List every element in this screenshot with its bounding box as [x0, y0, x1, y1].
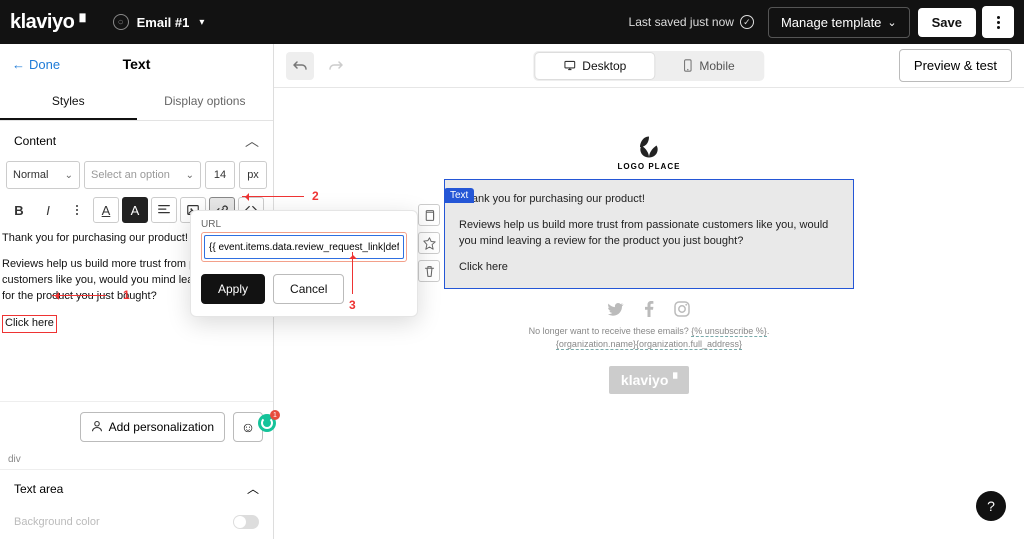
check-icon: ✓ [740, 15, 754, 29]
vertical-dots-icon [76, 205, 78, 215]
chevron-up-icon: ︿ [245, 131, 259, 151]
org-tag: {organization.name}{organization.full_ad… [556, 339, 742, 350]
add-personalization-button[interactable]: Add personalization [80, 412, 225, 442]
desktop-icon [563, 59, 576, 72]
annotation-3: 3 [349, 298, 356, 312]
vertical-dots-icon [997, 16, 1000, 29]
unsubscribe-tag: {% unsubscribe %} [691, 326, 767, 337]
url-label: URL [201, 219, 407, 230]
paragraph-format-select[interactable]: Normal⌄ [6, 161, 80, 189]
annotation-arrow-3 [352, 252, 353, 294]
klaviyo-logo: klaviyo▝ [10, 11, 85, 34]
font-size-input[interactable]: 14 [205, 161, 235, 189]
more-menu-button[interactable] [982, 6, 1014, 38]
click-here-link[interactable]: Click here [2, 315, 57, 333]
bold-button[interactable]: B [6, 197, 32, 223]
manage-template-button[interactable]: Manage template⌄ [768, 7, 910, 38]
tab-styles[interactable]: Styles [0, 84, 137, 120]
done-button[interactable]: ← Done [12, 57, 60, 72]
redo-button[interactable] [322, 52, 350, 80]
text-bg-button[interactable]: A [122, 197, 148, 223]
link-url-popover: URL Apply Cancel [190, 210, 418, 317]
annotation-2: 2 [312, 189, 319, 203]
facebook-icon[interactable] [642, 301, 656, 317]
chevron-down-icon: ▾ [199, 17, 204, 28]
grammarly-badge[interactable]: 1 [258, 414, 276, 432]
trash-icon [423, 265, 436, 278]
text-color-button[interactable]: A [93, 197, 119, 223]
mobile-icon [682, 59, 693, 72]
chevron-down-icon: ⌄ [887, 16, 896, 29]
save-button[interactable]: Save [918, 8, 976, 37]
more-format-button[interactable] [64, 197, 90, 223]
apply-button[interactable]: Apply [201, 274, 265, 304]
last-saved-status: Last saved just now ✓ [629, 15, 754, 29]
font-select[interactable]: Select an option⌄ [84, 161, 201, 189]
delete-button[interactable] [418, 260, 440, 282]
copy-icon [423, 209, 436, 222]
align-icon [157, 203, 171, 217]
instagram-icon[interactable] [674, 301, 690, 317]
chevron-down-icon: ⌄ [186, 170, 194, 181]
cancel-button[interactable]: Cancel [273, 274, 344, 304]
text-block[interactable]: Thank you for purchasing our product! Re… [444, 179, 854, 289]
chevron-up-icon: ︿ [247, 480, 259, 497]
device-switch: Desktop Mobile [533, 51, 764, 81]
redo-icon [328, 58, 344, 74]
tab-display-options[interactable]: Display options [137, 84, 274, 120]
device-mobile[interactable]: Mobile [654, 53, 762, 79]
arrow-left-icon: ← [12, 57, 25, 72]
email-title: Email #1 [137, 15, 190, 30]
block-type-label: Text [444, 188, 474, 203]
align-button[interactable] [151, 197, 177, 223]
email-p3: Click here [459, 260, 839, 276]
italic-button[interactable]: I [35, 197, 61, 223]
text-area-section[interactable]: Text area ︿ [0, 470, 273, 507]
social-icons [444, 289, 854, 325]
tag-row: div [0, 450, 273, 470]
smile-icon: ☺ [241, 419, 255, 435]
undo-icon [292, 58, 308, 74]
person-icon [91, 420, 103, 435]
undo-button[interactable] [286, 52, 314, 80]
email-canvas: LOGO PLACE Text Thank you for purchasi [444, 124, 854, 539]
star-icon [423, 237, 436, 250]
toggle-off-icon[interactable] [233, 515, 259, 529]
twitter-icon[interactable] [608, 301, 624, 317]
font-unit: px [239, 161, 267, 189]
grammarly-count-badge: 1 [270, 410, 280, 420]
logo-place-label: LOGO PLACE [618, 162, 681, 171]
preview-test-button[interactable]: Preview & test [899, 49, 1012, 82]
chevron-down-icon: ⌄ [65, 170, 73, 181]
url-input[interactable] [204, 235, 404, 259]
annotation-1: 1 [123, 288, 130, 302]
email-p1: Thank you for purchasing our product! [459, 192, 839, 208]
email-switcher[interactable]: ○ Email #1 ▾ [113, 14, 205, 30]
klaviyo-badge: klaviyo▝ [609, 366, 689, 394]
background-color-row[interactable]: Background color [0, 507, 273, 539]
duplicate-button[interactable] [418, 204, 440, 226]
email-footer: No longer want to receive these emails? … [444, 325, 854, 352]
email-p2: Reviews help us build more trust from pa… [459, 218, 839, 250]
favorite-button[interactable] [418, 232, 440, 254]
content-section-header[interactable]: Content ︿ [0, 121, 273, 161]
status-icon: ○ [113, 14, 129, 30]
help-button[interactable]: ? [976, 491, 1006, 521]
device-desktop[interactable]: Desktop [535, 53, 654, 79]
annotation-arrow-2 [242, 196, 304, 197]
logo-leaf-icon [634, 134, 664, 160]
annotation-arrow-1 [52, 295, 106, 296]
